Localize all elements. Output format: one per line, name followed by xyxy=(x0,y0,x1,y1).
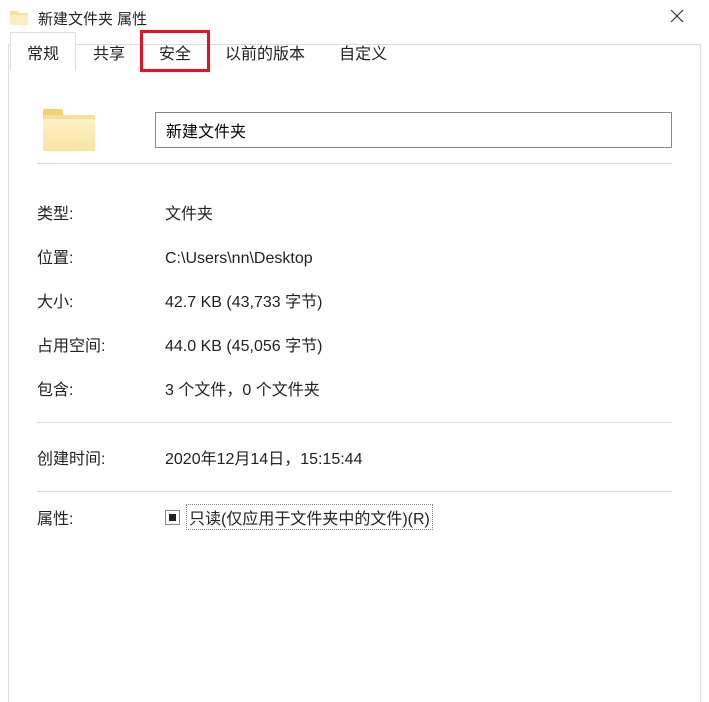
readonly-label[interactable]: 只读(仅应用于文件夹中的文件)(R) xyxy=(186,504,433,530)
name-row xyxy=(37,109,672,151)
titlebar: 新建文件夹 属性 xyxy=(0,0,709,36)
label-contains: 包含: xyxy=(37,376,165,400)
row-created: 创建时间: 2020年12月14日，15:15:44 xyxy=(37,435,672,479)
close-icon xyxy=(670,9,684,23)
property-list: 类型: 文件夹 位置: C:\Users\nn\Desktop 大小: 42.7… xyxy=(37,190,672,410)
tab-security[interactable]: 安全 xyxy=(142,32,208,70)
label-size: 大小: xyxy=(37,288,165,312)
label-size-on-disk: 占用空间: xyxy=(37,332,165,356)
indeterminate-mark-icon xyxy=(169,514,176,521)
row-location: 位置: C:\Users\nn\Desktop xyxy=(37,234,672,278)
label-location: 位置: xyxy=(37,244,165,268)
window-title: 新建文件夹 属性 xyxy=(38,8,147,29)
tab-previous-versions[interactable]: 以前的版本 xyxy=(208,32,322,70)
folder-name-input[interactable] xyxy=(155,112,672,148)
row-attributes: 属性: 只读(仅应用于文件夹中的文件)(R) xyxy=(37,504,672,530)
value-size: 42.7 KB (43,733 字节) xyxy=(165,288,322,312)
divider xyxy=(37,491,672,492)
value-size-on-disk: 44.0 KB (45,056 字节) xyxy=(165,332,322,356)
properties-window: 新建文件夹 属性 常规 共享 安全 以前的版本 自定义 xyxy=(0,0,709,702)
close-button[interactable] xyxy=(655,2,699,30)
row-type: 类型: 文件夹 xyxy=(37,190,672,234)
value-location: C:\Users\nn\Desktop xyxy=(165,250,313,268)
tab-sharing[interactable]: 共享 xyxy=(76,32,142,70)
value-contains: 3 个文件，0 个文件夹 xyxy=(165,376,320,400)
tab-customize[interactable]: 自定义 xyxy=(322,32,404,70)
label-created: 创建时间: xyxy=(37,445,165,469)
divider xyxy=(37,163,672,164)
readonly-checkbox[interactable] xyxy=(165,510,180,525)
row-size-on-disk: 占用空间: 44.0 KB (45,056 字节) xyxy=(37,322,672,366)
divider xyxy=(37,422,672,423)
general-pane: 类型: 文件夹 位置: C:\Users\nn\Desktop 大小: 42.7… xyxy=(9,71,700,530)
folder-icon xyxy=(10,11,28,25)
folder-icon xyxy=(43,109,95,151)
tab-strip: 常规 共享 安全 以前的版本 自定义 xyxy=(10,36,404,70)
value-created: 2020年12月14日，15:15:44 xyxy=(165,445,362,469)
row-size: 大小: 42.7 KB (43,733 字节) xyxy=(37,278,672,322)
label-attributes: 属性: xyxy=(37,505,165,529)
value-type: 文件夹 xyxy=(165,200,213,224)
label-type: 类型: xyxy=(37,200,165,224)
dialog-body: 类型: 文件夹 位置: C:\Users\nn\Desktop 大小: 42.7… xyxy=(8,44,701,702)
tab-general[interactable]: 常规 xyxy=(10,32,76,71)
row-contains: 包含: 3 个文件，0 个文件夹 xyxy=(37,366,672,410)
